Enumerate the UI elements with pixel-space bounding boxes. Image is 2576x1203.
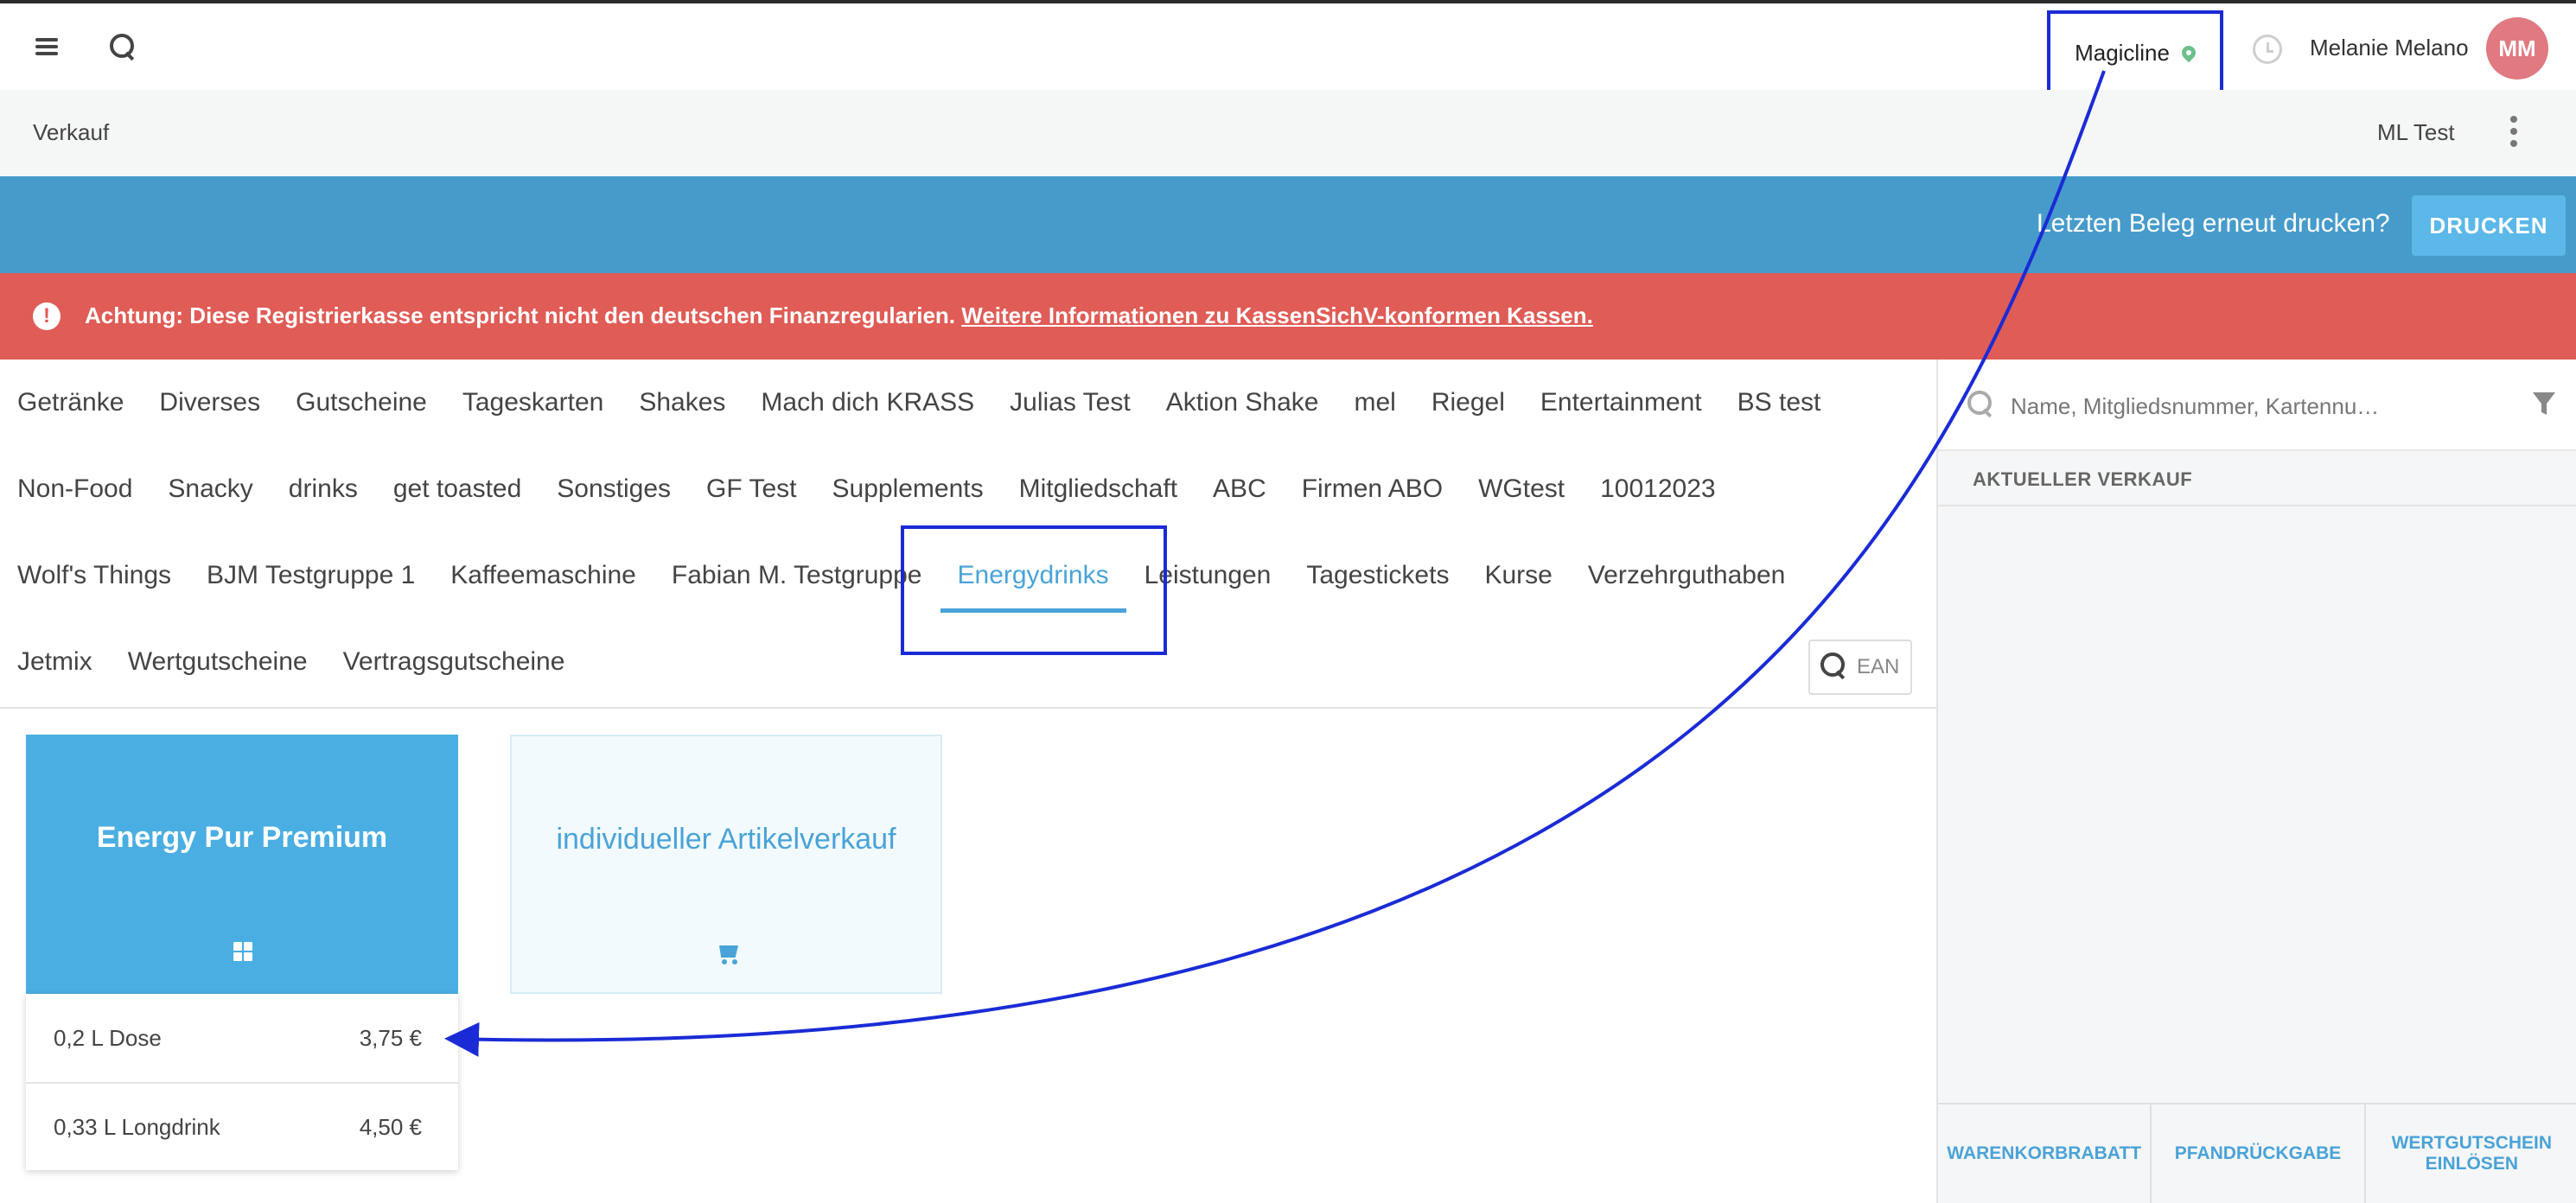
category-tab[interactable]: Sonstiges bbox=[557, 474, 671, 504]
ean-search-button[interactable]: EAN bbox=[1808, 640, 1912, 695]
category-tab[interactable]: Supplements bbox=[832, 474, 984, 504]
filter-icon[interactable] bbox=[2533, 392, 2555, 415]
more-options-icon[interactable] bbox=[2507, 116, 2521, 150]
category-tab[interactable]: Mitgliedschaft bbox=[1019, 474, 1177, 504]
category-tab[interactable]: BS test bbox=[1738, 388, 1821, 417]
warning-banner: ! Achtung: Diese Registrierkasse entspri… bbox=[0, 273, 2576, 360]
customer-search bbox=[1938, 360, 2576, 451]
variant-name: 0,2 L Dose bbox=[54, 1024, 162, 1051]
ean-label: EAN bbox=[1857, 655, 1900, 678]
category-tab[interactable]: Snacky bbox=[168, 474, 252, 504]
category-tab[interactable]: Fabian M. Testgruppe bbox=[672, 561, 922, 590]
category-tab[interactable]: WGtest bbox=[1478, 474, 1565, 504]
product-tile-individual-item[interactable]: individueller Artikelverkauf bbox=[510, 735, 942, 994]
category-tab[interactable]: Kaffeemaschine bbox=[450, 561, 636, 590]
register-name: ML Test bbox=[2377, 119, 2455, 145]
warning-message: Achtung: Diese Registrierkasse entsprich… bbox=[85, 302, 956, 328]
category-tab[interactable]: Julias Test bbox=[1010, 388, 1131, 417]
category-tab[interactable]: Vertragsgutscheine bbox=[343, 647, 565, 677]
category-tab[interactable]: BJM Testgruppe 1 bbox=[207, 561, 415, 590]
category-row: Getränke Diverses Gutscheine Tageskarten Sha… bbox=[0, 360, 1820, 446]
annotation-highlight-box bbox=[901, 525, 1167, 655]
category-tab[interactable]: get toasted bbox=[393, 474, 521, 504]
variant-price: 3,75 € bbox=[359, 1024, 422, 1051]
product-tile-energy-pur-premium[interactable]: Energy Pur Premium bbox=[26, 735, 458, 994]
print-button[interactable]: DRUCKEN bbox=[2412, 195, 2566, 256]
customer-search-input[interactable] bbox=[2011, 389, 2495, 423]
page-title: Verkauf bbox=[33, 119, 110, 145]
kassensichv-info-link[interactable]: Weitere Informationen zu KassenSichV-kon… bbox=[961, 302, 1593, 328]
menu-icon[interactable] bbox=[12, 3, 81, 90]
reprint-bar: Letzten Beleg erneut drucken? DRUCKEN bbox=[0, 176, 2576, 273]
clock-icon[interactable] bbox=[2253, 35, 2282, 64]
cart-discount-button[interactable]: WARENKORBRABATT bbox=[1938, 1104, 2152, 1203]
user-name[interactable]: Melanie Melano bbox=[2310, 35, 2469, 61]
category-tab[interactable]: Diverses bbox=[159, 388, 260, 417]
variant-price: 4,50 € bbox=[359, 1113, 422, 1140]
search-icon[interactable] bbox=[88, 3, 157, 90]
category-tab[interactable]: Wolf's Things bbox=[17, 561, 171, 590]
category-tab[interactable]: Mach dich KRASS bbox=[761, 388, 974, 417]
category-tab[interactable]: Getränke bbox=[17, 388, 124, 417]
category-tab[interactable]: drinks bbox=[289, 474, 358, 504]
current-sale-label: AKTUELLER VERKAUF bbox=[1973, 468, 2193, 490]
location-selector[interactable]: Magicline bbox=[2047, 10, 2223, 95]
cart-icon bbox=[716, 944, 740, 964]
category-tab[interactable]: Aktion Shake bbox=[1166, 388, 1319, 417]
category-tab[interactable]: Firmen ABO bbox=[1302, 474, 1443, 504]
product-title: individueller Artikelverkauf bbox=[556, 823, 896, 856]
category-tab[interactable]: Kurse bbox=[1484, 561, 1552, 590]
redeem-voucher-button[interactable]: WERTGUTSCHEIN EINLÖSEN bbox=[2366, 1104, 2576, 1203]
variant-option[interactable]: 0,2 L Dose 3,75 € bbox=[26, 994, 458, 1082]
search-icon bbox=[1820, 652, 1850, 682]
category-tab[interactable]: Wertgutscheine bbox=[128, 647, 308, 677]
cart-actions: WARENKORBRABATT PFANDRÜCKGABE WERTGUTSCH… bbox=[1938, 1103, 2576, 1203]
category-tab[interactable]: Shakes bbox=[639, 388, 725, 417]
category-tab[interactable]: Tageskarten bbox=[462, 388, 603, 417]
category-tab[interactable]: 10012023 bbox=[1600, 474, 1715, 504]
location-pin-icon bbox=[2178, 42, 2199, 63]
product-title: Energy Pur Premium bbox=[96, 821, 388, 854]
grid-icon bbox=[233, 942, 252, 961]
category-row: Wolf's Things BJM Testgruppe 1 Kaffeemasch… bbox=[0, 532, 1785, 619]
warning-text: Achtung: Diese Registrierkasse entsprich… bbox=[85, 302, 1593, 329]
category-row: Non-Food Snacky drinks get toasted Sonstiges… bbox=[0, 446, 1716, 532]
alert-icon: ! bbox=[33, 302, 61, 330]
variant-name: 0,33 L Longdrink bbox=[54, 1113, 220, 1140]
category-tab[interactable]: mel bbox=[1354, 388, 1395, 417]
sub-header: Verkauf ML Test bbox=[0, 90, 2576, 176]
category-tab[interactable]: Riegel bbox=[1431, 388, 1505, 417]
cart-panel: AKTUELLER VERKAUF WARENKORBRABATT PFANDR… bbox=[1936, 360, 2576, 1203]
product-variants-list: 0,2 L Dose 3,75 € 0,33 L Longdrink 4,50 … bbox=[26, 994, 458, 1170]
category-tab[interactable]: Entertainment bbox=[1540, 388, 1702, 417]
search-icon bbox=[1967, 391, 1993, 417]
avatar[interactable]: MM bbox=[2486, 17, 2548, 80]
category-row: Jetmix Wertgutscheine Vertragsgutscheine bbox=[0, 619, 564, 705]
current-sale-header: AKTUELLER VERKAUF bbox=[1938, 451, 2576, 506]
reprint-question: Letzten Beleg erneut drucken? bbox=[2037, 209, 2390, 238]
category-tab[interactable]: Verzehrguthaben bbox=[1588, 561, 1786, 590]
category-tab[interactable]: ABC bbox=[1213, 474, 1266, 504]
category-tab[interactable]: GF Test bbox=[706, 474, 796, 504]
deposit-return-button[interactable]: PFANDRÜCKGABE bbox=[2152, 1104, 2366, 1203]
category-tab[interactable]: Tagestickets bbox=[1306, 561, 1449, 590]
location-label: Magicline bbox=[2075, 39, 2170, 66]
category-tab[interactable]: Non-Food bbox=[17, 474, 132, 504]
category-tab[interactable]: Jetmix bbox=[17, 647, 92, 677]
variant-option[interactable]: 0,33 L Longdrink 4,50 € bbox=[26, 1082, 458, 1170]
category-tab[interactable]: Gutscheine bbox=[296, 388, 427, 417]
top-bar: Magicline Melanie Melano MM bbox=[0, 0, 2576, 95]
